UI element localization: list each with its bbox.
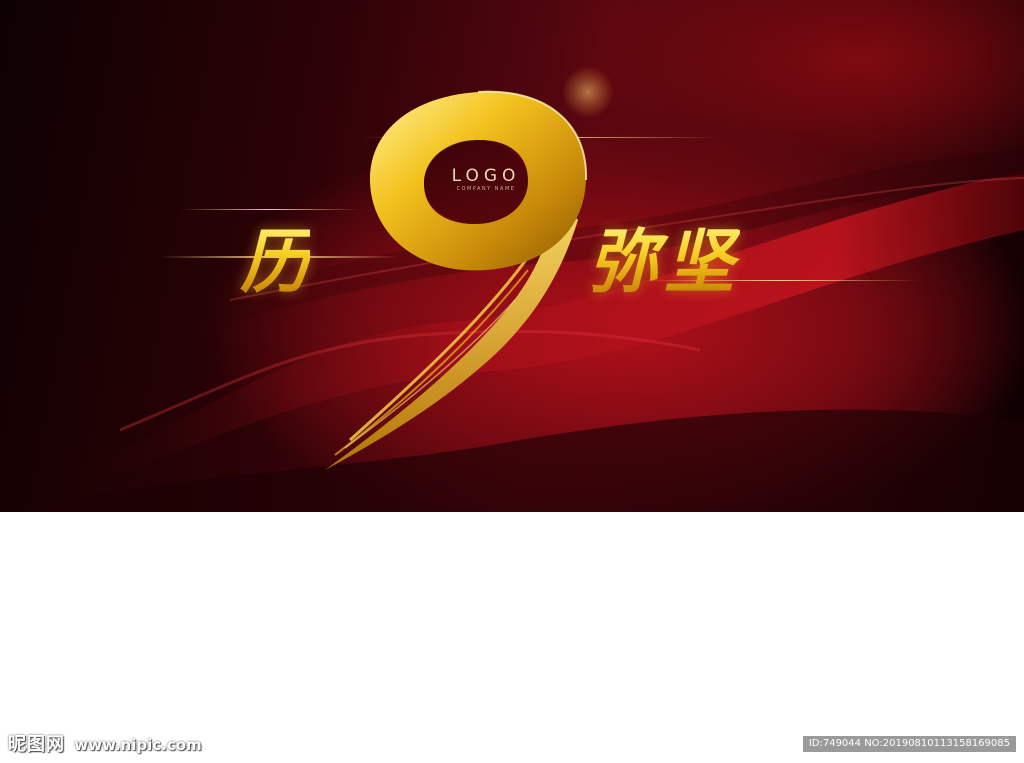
headline-right-chars: 弥坚 bbox=[588, 221, 740, 303]
logo-text: LOGO bbox=[451, 166, 521, 186]
site-url: www.nipic.com bbox=[74, 736, 202, 754]
site-watermark: 昵图网 www.nipic.com bbox=[8, 733, 202, 757]
image-id-label: ID:749044 NO:20190810113158169085 bbox=[802, 736, 1016, 752]
site-name: 昵图网 bbox=[8, 734, 65, 755]
banner: LOGO COMPANY NAME 历 弥坚 bbox=[0, 0, 1024, 512]
headline-left-char: 历 bbox=[240, 221, 310, 303]
company-name-text: COMPANY NAME bbox=[456, 186, 516, 192]
company-logo: LOGO COMPANY NAME bbox=[438, 166, 534, 193]
number-nine-graphic bbox=[325, 90, 588, 470]
